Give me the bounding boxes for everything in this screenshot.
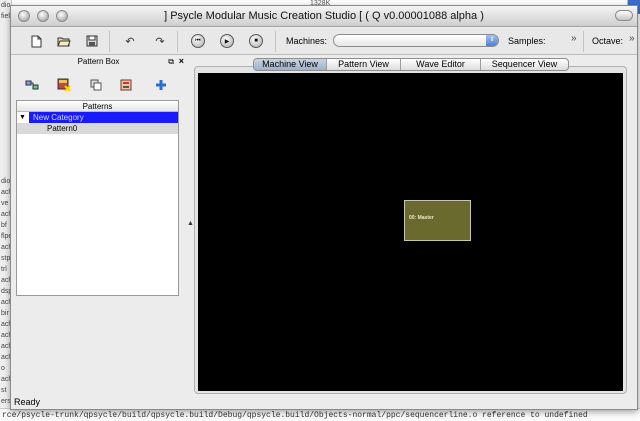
redo-icon[interactable]: ↷ [151,32,169,50]
tab-sequencer-view[interactable]: Sequencer View [480,59,568,70]
undo-icon[interactable]: ↶ [121,32,139,50]
tree-category-label[interactable]: New Category [29,112,178,123]
window-title: ] Psycle Modular Music Creation Studio [… [164,10,484,22]
add-pattern-icon[interactable] [152,76,170,94]
pattern-properties-icon[interactable] [117,76,135,94]
background-terminal-line: rce/psycle-trunk/qpsycle/build/qpsycle.b… [2,411,588,420]
toolbar-overflow-right-icon[interactable]: » [629,33,635,44]
main-window: ] Psycle Modular Music Creation Studio [… [10,5,638,410]
clone-pattern-icon[interactable] [87,76,105,94]
tree-pattern-row[interactable]: Pattern0 [17,123,178,134]
status-text: Ready [14,397,41,407]
updown-arrow-icon: ⇕ [486,35,498,46]
patterns-tree[interactable]: Patterns ▼ New Category Pattern0 [16,100,179,296]
samples-label: Samples: [508,36,546,46]
play-from-start-icon[interactable]: ⏮ [189,32,207,50]
dock-close-icon[interactable]: × [179,56,184,66]
open-folder-icon[interactable] [55,32,73,50]
tab-wave-editor[interactable]: Wave Editor [400,59,480,70]
new-file-icon[interactable] [27,32,45,50]
machines-combobox[interactable]: ⇕ [333,34,499,47]
tab-machine-view[interactable]: Machine View [254,59,326,70]
view-tabs: Machine View Pattern View Wave Editor Se… [253,58,569,71]
dock-splitter-arrow-icon[interactable]: ▲ [187,220,194,227]
save-disk-icon[interactable] [83,32,101,50]
expand-triangle-icon[interactable]: ▼ [19,112,26,123]
machines-label: Machines: [286,36,328,46]
octave-label: Octave: [592,36,624,46]
play-icon[interactable]: ▶ [218,32,236,50]
pattern-box-title: Pattern Box [77,57,120,66]
new-category-icon[interactable] [23,76,41,94]
tree-category-row[interactable]: ▼ New Category [17,112,178,123]
pattern-box-dock: Pattern Box ⧉ × Patterns ▼ New Category … [11,56,186,396]
dock-float-icon[interactable]: ⧉ [168,57,174,67]
toolbar-toggle-button[interactable] [615,10,633,21]
main-toolbar: ↶ ↷ ⏮ ▶ ■ Machines: ⇕ Samples: » Octave:… [11,28,637,55]
machine-view-canvas[interactable]: 00: Master [198,73,623,391]
title-bar[interactable]: ] Psycle Modular Music Creation Studio [… [11,6,637,27]
master-machine-label: 00: Master [409,215,434,221]
tab-pattern-view[interactable]: Pattern View [326,59,400,70]
master-machine[interactable]: 00: Master [404,200,471,241]
patterns-tree-header[interactable]: Patterns [17,101,178,112]
delete-pattern-icon[interactable] [55,76,73,94]
stop-icon[interactable]: ■ [247,32,265,50]
toolbar-overflow-icon[interactable]: » [571,33,577,44]
status-bar: Ready [11,396,637,409]
